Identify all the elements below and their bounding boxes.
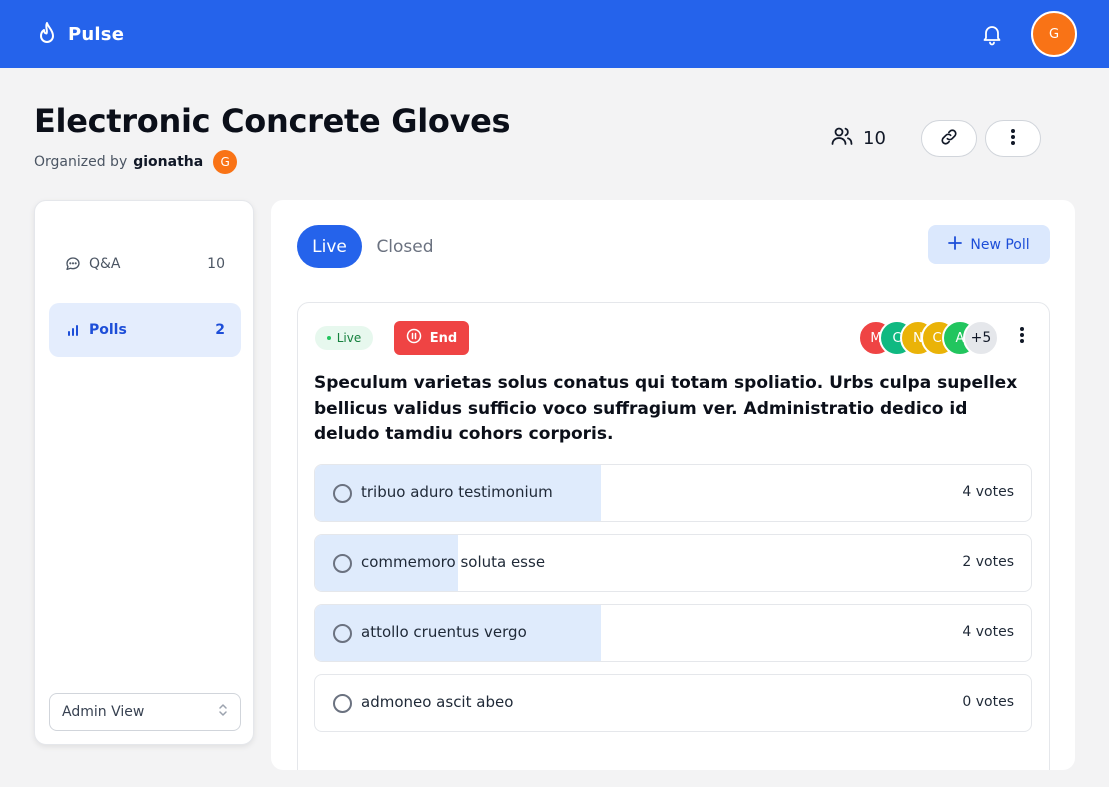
tab-closed[interactable]: Closed xyxy=(367,225,443,268)
sidebar-item-count: 2 xyxy=(215,322,225,338)
polls-panel: Live Closed New Poll Live End M C N CI A… xyxy=(271,200,1075,770)
end-label: End xyxy=(429,330,458,346)
option-label: commemoro soluta esse xyxy=(361,553,546,571)
organizer-avatar: G xyxy=(213,150,238,174)
kebab-icon xyxy=(1010,128,1016,150)
radio-circle-icon[interactable] xyxy=(333,484,352,503)
view-mode-value: Admin View xyxy=(62,704,145,720)
status-badge: Live xyxy=(315,326,373,350)
page-title: Electronic Concrete Gloves xyxy=(34,102,511,140)
poll-option[interactable]: admoneo ascit abeo 0 votes xyxy=(314,674,1032,732)
end-poll-button[interactable]: End xyxy=(394,321,469,355)
sidebar-item-label: Q&A xyxy=(89,256,121,272)
organized-by-label: Organized by xyxy=(34,154,128,170)
radio-circle-icon[interactable] xyxy=(333,554,352,573)
poll-menu-button[interactable] xyxy=(1012,325,1032,349)
poll-question: Speculum varietas solus conatus qui tota… xyxy=(314,373,1018,444)
poll-option[interactable]: commemoro soluta esse 2 votes xyxy=(314,534,1032,592)
poll-card: Live End M C N CI A +5 Speculum varietas… xyxy=(297,302,1050,770)
app-name: Pulse xyxy=(68,23,125,45)
bell-icon[interactable] xyxy=(980,22,1004,46)
new-poll-button[interactable]: New Poll xyxy=(928,225,1050,264)
option-votes: 4 votes xyxy=(962,484,1014,500)
user-avatar[interactable]: G xyxy=(1031,11,1077,57)
radio-circle-icon[interactable] xyxy=(333,694,352,713)
users-icon xyxy=(830,124,854,153)
tab-live[interactable]: Live xyxy=(297,225,362,268)
option-label: tribuo aduro testimonium xyxy=(361,483,553,501)
option-votes: 0 votes xyxy=(962,694,1014,710)
sidebar-item-polls[interactable]: Polls 2 xyxy=(49,303,241,357)
copy-link-button[interactable] xyxy=(921,120,977,157)
sidebar-item-qa[interactable]: Q&A 10 xyxy=(49,237,241,291)
sidebar-item-label: Polls xyxy=(89,322,127,338)
option-label: attollo cruentus vergo xyxy=(361,623,527,641)
kebab-icon xyxy=(1019,326,1025,348)
option-votes: 2 votes xyxy=(962,554,1014,570)
sidebar: Q&A 10 Polls 2 Admin View xyxy=(34,200,254,745)
brand[interactable]: Pulse xyxy=(36,21,124,47)
participants-count: 10 xyxy=(830,124,886,153)
poll-option[interactable]: attollo cruentus vergo 4 votes xyxy=(314,604,1032,662)
organizer-line: Organized by gionatha G xyxy=(34,150,238,174)
chat-bubble-icon xyxy=(65,256,81,272)
flame-icon xyxy=(36,21,58,47)
organizer-name: gionatha xyxy=(133,154,204,170)
link-icon xyxy=(939,127,959,151)
option-label: admoneo ascit abeo xyxy=(361,693,514,711)
radio-circle-icon[interactable] xyxy=(333,624,352,643)
poll-option[interactable]: tribuo aduro testimonium 4 votes xyxy=(314,464,1032,522)
option-votes: 4 votes xyxy=(962,624,1014,640)
more-voters-badge: +5 xyxy=(963,320,999,356)
pause-circle-icon xyxy=(406,328,422,348)
sidebar-item-count: 10 xyxy=(207,256,225,272)
plus-icon xyxy=(948,235,963,254)
participants-number: 10 xyxy=(863,128,886,149)
new-poll-label: New Poll xyxy=(970,236,1030,253)
top-navbar: Pulse G xyxy=(0,0,1109,68)
live-dot-icon xyxy=(326,336,331,340)
updown-chevron-icon xyxy=(218,703,228,721)
more-options-button[interactable] xyxy=(985,120,1041,157)
bar-chart-icon xyxy=(65,322,81,338)
view-mode-select[interactable]: Admin View xyxy=(49,693,241,731)
status-label: Live xyxy=(336,331,362,345)
